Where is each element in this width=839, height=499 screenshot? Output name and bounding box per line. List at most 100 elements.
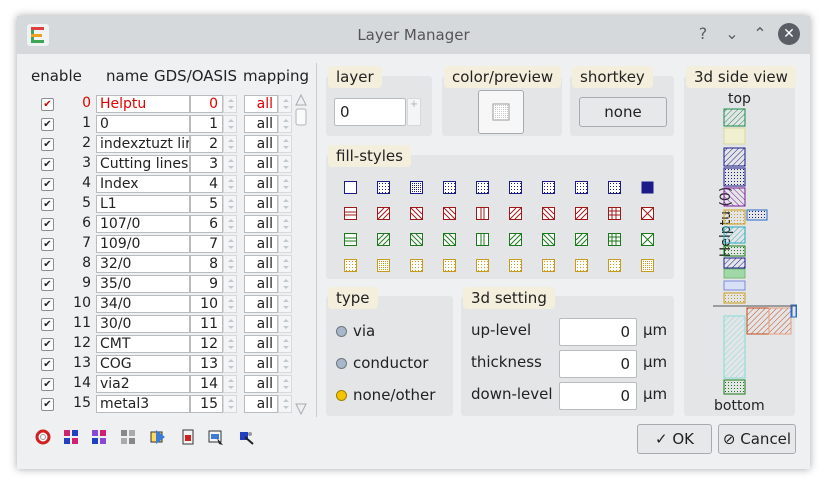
- mapping-spinbox[interactable]: [278, 355, 292, 373]
- gds-cell[interactable]: 13: [190, 355, 223, 373]
- enable-checkbox[interactable]: ✔: [41, 298, 54, 311]
- layer-name-cell[interactable]: indexztuzt lir: [96, 135, 190, 153]
- fill-style-swatch[interactable]: [575, 179, 588, 194]
- table-row[interactable]: ✔ 0 Helptu 0 all: [17, 95, 297, 113]
- gds-spinbox[interactable]: [223, 95, 237, 113]
- layer-name-cell[interactable]: 109/0: [96, 235, 190, 253]
- table-row[interactable]: ✔ 10 34/0 10 all: [17, 295, 297, 313]
- fill-style-swatch[interactable]: [575, 257, 588, 272]
- table-row[interactable]: ✔ 2 indexztuzt lir 2 all: [17, 135, 297, 153]
- gds-cell[interactable]: 14: [190, 375, 223, 393]
- table-row[interactable]: ✔ 13 COG 13 all: [17, 355, 297, 373]
- enable-checkbox[interactable]: ✔: [41, 138, 54, 151]
- mapping-spinbox[interactable]: [278, 195, 292, 213]
- fill-style-swatch[interactable]: [542, 257, 555, 272]
- mapping-cell[interactable]: all: [244, 375, 278, 393]
- gds-cell[interactable]: 8: [190, 255, 223, 273]
- mapping-spinbox[interactable]: [278, 255, 292, 273]
- fill-style-swatch[interactable]: [509, 179, 522, 194]
- layer-name-cell[interactable]: metal3: [96, 395, 190, 413]
- radio-button[interactable]: [336, 326, 347, 337]
- enable-checkbox[interactable]: ✔: [41, 158, 54, 171]
- gds-cell[interactable]: 4: [190, 175, 223, 193]
- mapping-cell[interactable]: all: [244, 95, 278, 113]
- gds-spinbox[interactable]: [223, 295, 237, 313]
- 3d-field-input[interactable]: 0: [559, 318, 637, 346]
- fill-style-swatch[interactable]: [608, 231, 621, 246]
- fill-style-swatch[interactable]: [476, 179, 489, 194]
- gds-spinbox[interactable]: [223, 275, 237, 293]
- table-row[interactable]: ✔ 9 35/0 9 all: [17, 275, 297, 293]
- mapping-cell[interactable]: all: [244, 155, 278, 173]
- layer-spinbox[interactable]: +: [407, 98, 421, 126]
- table-row[interactable]: ✔ 12 CMT 12 all: [17, 335, 297, 353]
- layer-name-cell[interactable]: Helptu: [96, 95, 190, 113]
- type-option-conductor[interactable]: conductor: [335, 354, 445, 374]
- mapping-cell[interactable]: all: [244, 315, 278, 333]
- fill-style-swatch[interactable]: [476, 205, 489, 220]
- enable-checkbox[interactable]: ✔: [41, 318, 54, 331]
- enable-checkbox[interactable]: ✔: [41, 238, 54, 251]
- fill-style-swatch[interactable]: [509, 205, 522, 220]
- gds-cell[interactable]: 11: [190, 315, 223, 333]
- enable-checkbox[interactable]: ✔: [41, 98, 54, 111]
- mapping-cell[interactable]: all: [244, 335, 278, 353]
- mapping-cell[interactable]: all: [244, 195, 278, 213]
- minimize-button[interactable]: ⌄: [722, 24, 742, 43]
- fill-style-swatch[interactable]: [476, 257, 489, 272]
- table-row[interactable]: ✔ 15 metal3 15 all: [17, 395, 297, 413]
- fill-style-swatch[interactable]: [641, 205, 654, 220]
- splitter[interactable]: [316, 63, 317, 417]
- layer-name-cell[interactable]: Index: [96, 175, 190, 193]
- fill-style-swatch[interactable]: [377, 231, 390, 246]
- help-button[interactable]: ?: [693, 24, 713, 43]
- mapping-spinbox[interactable]: [278, 115, 292, 133]
- enable-checkbox[interactable]: ✔: [41, 398, 54, 411]
- enable-checkbox[interactable]: ✔: [41, 198, 54, 211]
- fill-style-swatch[interactable]: [377, 257, 390, 272]
- gds-cell[interactable]: 1: [190, 115, 223, 133]
- 3d-field-input[interactable]: 0: [559, 350, 637, 378]
- color-preview-button[interactable]: [478, 90, 524, 134]
- close-button[interactable]: ✕: [778, 23, 800, 45]
- maximize-button[interactable]: ⌃: [750, 24, 770, 43]
- table-scrollbar[interactable]: [293, 93, 309, 416]
- color-grid-icon[interactable]: [63, 429, 79, 445]
- gds-spinbox[interactable]: [223, 395, 237, 413]
- table-row[interactable]: ✔ 7 109/0 7 all: [17, 235, 297, 253]
- layer-name-cell[interactable]: CMT: [96, 335, 190, 353]
- table-row[interactable]: ✔ 5 L1 5 all: [17, 195, 297, 213]
- enable-checkbox[interactable]: ✔: [41, 178, 54, 191]
- gds-spinbox[interactable]: [223, 375, 237, 393]
- mapping-spinbox[interactable]: [278, 175, 292, 193]
- gds-spinbox[interactable]: [223, 355, 237, 373]
- fill-style-swatch[interactable]: [377, 205, 390, 220]
- layer-name-cell[interactable]: COG: [96, 355, 190, 373]
- fill-style-swatch[interactable]: [575, 231, 588, 246]
- lifebuoy-icon[interactable]: [35, 429, 51, 445]
- mapping-cell[interactable]: all: [244, 115, 278, 133]
- table-row[interactable]: ✔ 11 30/0 11 all: [17, 315, 297, 333]
- layer-name-cell[interactable]: 107/0: [96, 215, 190, 233]
- fill-style-swatch[interactable]: [443, 231, 456, 246]
- mapping-cell[interactable]: all: [244, 295, 278, 313]
- enable-checkbox[interactable]: ✔: [41, 358, 54, 371]
- fill-style-swatch[interactable]: [542, 205, 555, 220]
- layer-name-cell[interactable]: 0: [96, 115, 190, 133]
- layer-input[interactable]: 0: [334, 98, 406, 126]
- 3d-field-input[interactable]: 0: [559, 382, 637, 410]
- radio-button[interactable]: [336, 358, 347, 369]
- gds-spinbox[interactable]: [223, 195, 237, 213]
- mapping-cell[interactable]: all: [244, 135, 278, 153]
- cancel-button[interactable]: ⊘ Cancel: [718, 424, 796, 454]
- fill-style-swatch[interactable]: [344, 231, 357, 246]
- gds-spinbox[interactable]: [223, 175, 237, 193]
- gds-cell[interactable]: 7: [190, 235, 223, 253]
- enable-checkbox[interactable]: ✔: [41, 278, 54, 291]
- mapping-spinbox[interactable]: [278, 95, 292, 113]
- layer-name-cell[interactable]: L1: [96, 195, 190, 213]
- fill-style-swatch[interactable]: [344, 179, 357, 194]
- enable-checkbox[interactable]: ✔: [41, 338, 54, 351]
- mapping-cell[interactable]: all: [244, 355, 278, 373]
- mapping-spinbox[interactable]: [278, 315, 292, 333]
